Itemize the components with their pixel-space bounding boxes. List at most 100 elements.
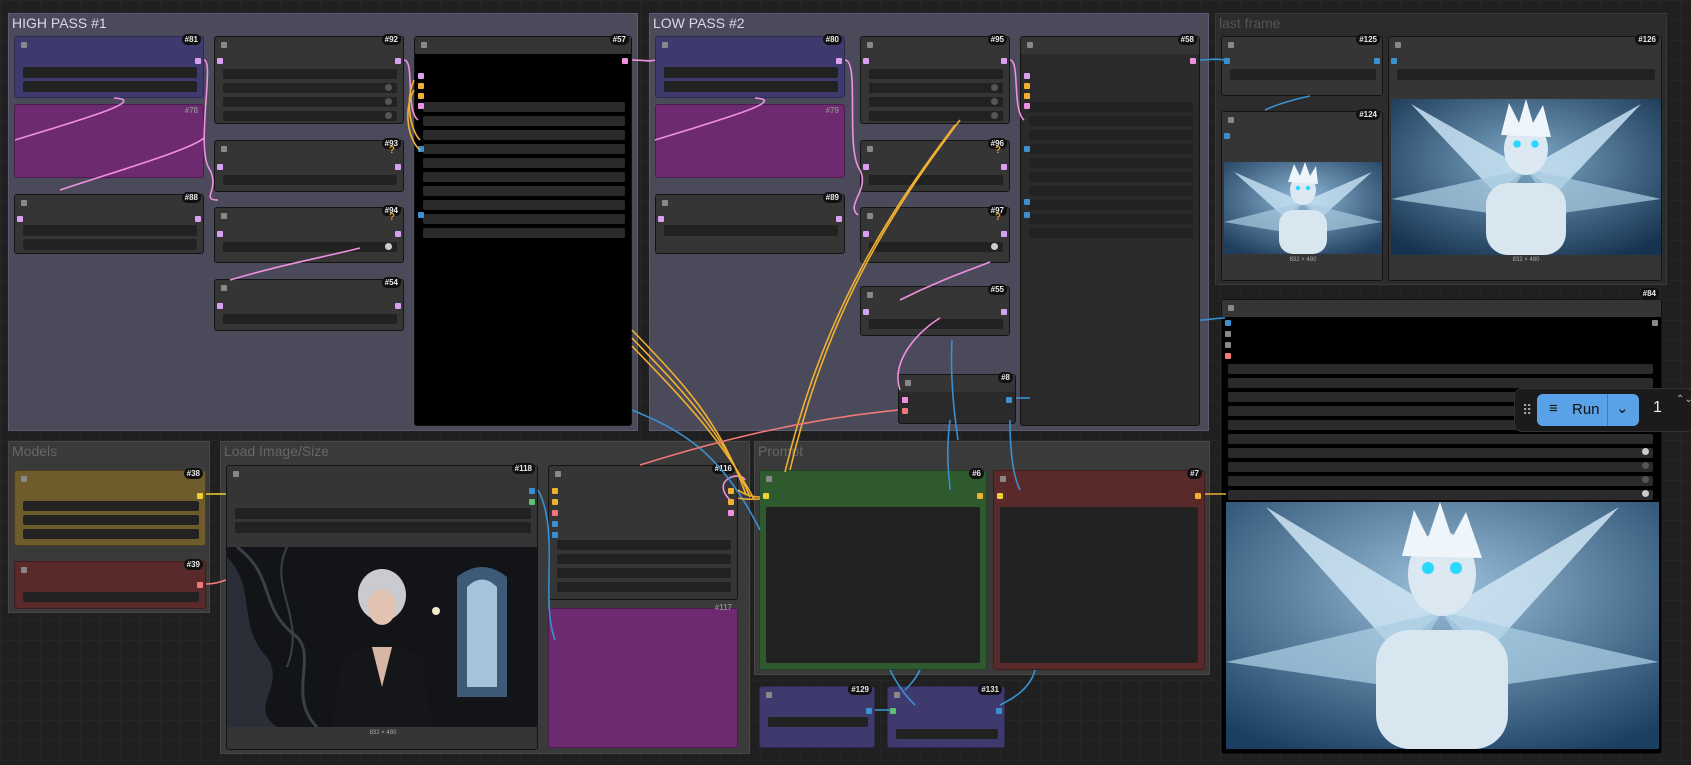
widget-field[interactable] bbox=[23, 501, 199, 511]
node-54[interactable]: #54 bbox=[214, 277, 404, 331]
collapse-dot[interactable] bbox=[867, 42, 873, 48]
widget-field[interactable] bbox=[423, 116, 625, 126]
collapse-dot[interactable] bbox=[662, 200, 668, 206]
collapse-dot[interactable] bbox=[867, 292, 873, 298]
input-port[interactable] bbox=[552, 499, 558, 505]
node-131[interactable]: #131 bbox=[887, 684, 1005, 748]
input-port[interactable] bbox=[418, 73, 424, 79]
widget-field[interactable] bbox=[557, 582, 731, 592]
input-port[interactable] bbox=[1024, 73, 1030, 79]
collapse-dot[interactable] bbox=[766, 476, 772, 482]
output-port[interactable] bbox=[836, 58, 842, 64]
widget-field[interactable] bbox=[223, 97, 397, 107]
node-55[interactable]: #55 bbox=[860, 284, 1010, 336]
widget-field[interactable] bbox=[1228, 462, 1653, 472]
collapse-dot[interactable] bbox=[421, 42, 427, 48]
toggle-switch[interactable] bbox=[385, 112, 392, 119]
widget-field[interactable] bbox=[423, 130, 625, 140]
node-117-bypassed[interactable]: #117 bbox=[548, 603, 738, 748]
input-port[interactable] bbox=[763, 493, 769, 499]
input-port[interactable] bbox=[863, 58, 869, 64]
toggle-switch[interactable] bbox=[991, 112, 998, 119]
collapse-dot[interactable] bbox=[1228, 42, 1234, 48]
output-port[interactable] bbox=[395, 231, 401, 237]
widget-field[interactable] bbox=[1029, 172, 1193, 182]
node-89[interactable]: #89 bbox=[655, 192, 845, 254]
collapse-dot[interactable] bbox=[221, 146, 227, 152]
node-124-preview[interactable]: #124 832 × 480 bbox=[1221, 109, 1383, 281]
widget-field[interactable] bbox=[557, 554, 731, 564]
node-93[interactable]: #93 ? bbox=[214, 138, 404, 192]
widget-field[interactable] bbox=[423, 158, 625, 168]
widget-field[interactable] bbox=[1029, 102, 1193, 112]
input-port[interactable] bbox=[1024, 93, 1030, 99]
widget-field[interactable] bbox=[423, 172, 625, 182]
widget-field[interactable] bbox=[869, 83, 1003, 93]
collapse-dot[interactable] bbox=[555, 471, 561, 477]
collapse-dot[interactable] bbox=[1395, 42, 1401, 48]
widget-field[interactable] bbox=[1029, 116, 1193, 126]
output-port[interactable] bbox=[197, 493, 203, 499]
output-port[interactable] bbox=[622, 58, 628, 64]
widget-field[interactable] bbox=[223, 69, 397, 79]
video-preview-image[interactable] bbox=[1226, 502, 1659, 749]
widget-field[interactable] bbox=[223, 83, 397, 93]
output-port[interactable] bbox=[728, 499, 734, 505]
widget-field[interactable] bbox=[1228, 476, 1653, 486]
widget-field[interactable] bbox=[423, 144, 625, 154]
input-port[interactable] bbox=[418, 146, 424, 152]
node-8-vae-decode[interactable]: #8 bbox=[898, 372, 1016, 424]
node-39-vae-loader[interactable]: #39 bbox=[14, 559, 206, 609]
widget-field[interactable] bbox=[223, 314, 397, 324]
collapse-dot[interactable] bbox=[1228, 117, 1234, 123]
collapse-dot[interactable] bbox=[21, 200, 27, 206]
output-port[interactable] bbox=[395, 58, 401, 64]
input-port[interactable] bbox=[902, 397, 908, 403]
help-icon[interactable]: ? bbox=[389, 145, 395, 156]
widget-field[interactable] bbox=[557, 540, 731, 550]
toggle-switch[interactable] bbox=[1642, 476, 1649, 483]
input-port[interactable] bbox=[1024, 199, 1030, 205]
widget-field[interactable] bbox=[664, 81, 838, 92]
widget-field[interactable] bbox=[664, 225, 838, 236]
queue-count-stepper[interactable]: ⌃⌄ bbox=[1676, 393, 1691, 406]
output-port[interactable] bbox=[529, 499, 535, 505]
input-port[interactable] bbox=[890, 708, 896, 714]
node-38-model-loader[interactable]: #38 bbox=[14, 468, 206, 546]
node-97[interactable]: #97 ? bbox=[860, 205, 1010, 263]
node-88[interactable]: #88 bbox=[14, 192, 204, 254]
output-port[interactable] bbox=[395, 164, 401, 170]
input-port[interactable] bbox=[418, 103, 424, 109]
widget-field[interactable] bbox=[1029, 158, 1193, 168]
node-116-image-size[interactable]: #116 bbox=[548, 463, 738, 600]
widget-field[interactable] bbox=[23, 592, 199, 602]
input-port[interactable] bbox=[1225, 353, 1231, 359]
input-port[interactable] bbox=[1225, 320, 1231, 326]
input-port[interactable] bbox=[552, 488, 558, 494]
widget-field[interactable] bbox=[223, 111, 397, 121]
help-icon[interactable]: ? bbox=[389, 212, 395, 223]
output-port[interactable] bbox=[1190, 58, 1196, 64]
input-port[interactable] bbox=[418, 93, 424, 99]
output-port[interactable] bbox=[529, 488, 535, 494]
widget-field[interactable] bbox=[869, 69, 1003, 79]
prompt-textarea[interactable] bbox=[766, 507, 980, 663]
input-port[interactable] bbox=[1024, 83, 1030, 89]
widget-field[interactable] bbox=[664, 67, 838, 78]
widget-field[interactable] bbox=[869, 242, 1003, 252]
prompt-textarea[interactable] bbox=[1000, 507, 1198, 663]
drag-handle-icon[interactable]: ⠿ bbox=[1522, 402, 1532, 419]
node-126-preview[interactable]: #126 832 × 480 bbox=[1388, 34, 1662, 281]
node-81-lora-loader[interactable]: #81 bbox=[14, 34, 204, 98]
widget-field[interactable] bbox=[1228, 378, 1653, 388]
widget-field[interactable] bbox=[423, 102, 625, 112]
widget-field[interactable] bbox=[1029, 130, 1193, 140]
input-port[interactable] bbox=[217, 164, 223, 170]
collapse-dot[interactable] bbox=[867, 146, 873, 152]
input-port[interactable] bbox=[418, 212, 424, 218]
help-icon[interactable]: ? bbox=[995, 212, 1001, 223]
node-84-video-output[interactable]: #84 bbox=[1221, 288, 1662, 754]
output-port[interactable] bbox=[1195, 493, 1201, 499]
widget-field[interactable] bbox=[1029, 144, 1193, 154]
output-port[interactable] bbox=[197, 582, 203, 588]
